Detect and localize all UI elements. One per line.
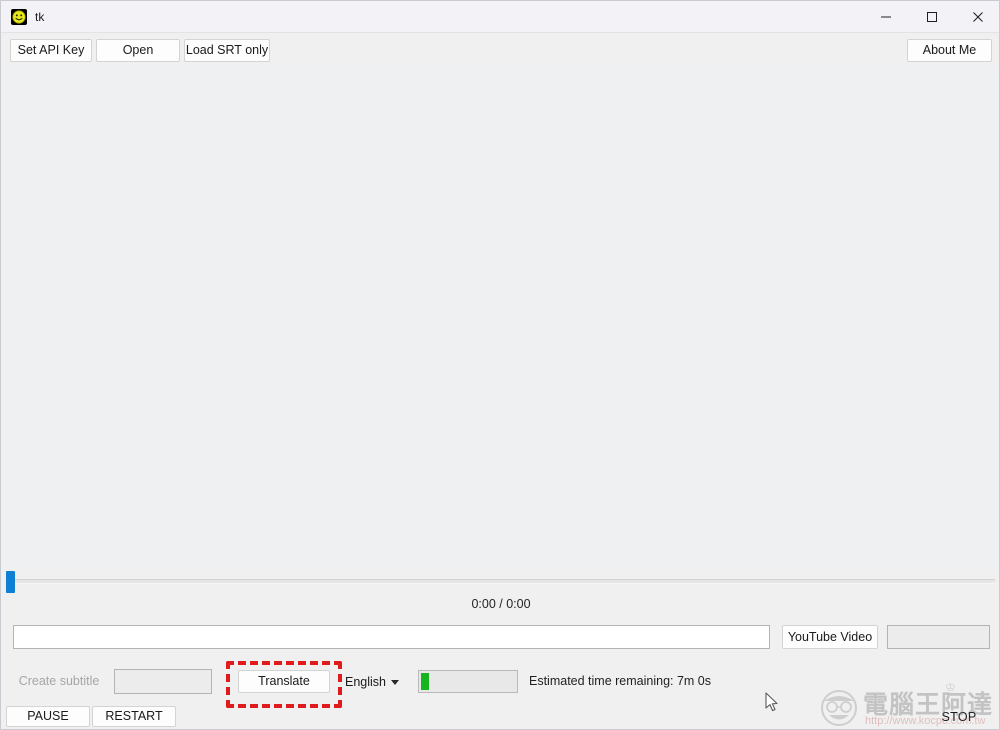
stop-button[interactable]: STOP xyxy=(921,706,997,727)
url-input[interactable] xyxy=(13,625,770,649)
video-canvas[interactable] xyxy=(2,66,999,569)
seek-slider[interactable] xyxy=(2,569,999,595)
time-display: 0:00 / 0:00 xyxy=(471,597,531,611)
chevron-down-icon xyxy=(391,679,399,685)
create-subtitle-button[interactable]: Create subtitle xyxy=(11,670,107,693)
watermark-crown-icon: ♔ xyxy=(945,683,956,694)
set-api-key-button[interactable]: Set API Key xyxy=(10,39,92,62)
translation-progress-bar xyxy=(418,670,518,693)
watermark-face-icon xyxy=(821,690,857,726)
estimated-time-label: Estimated time remaining: 7m 0s xyxy=(529,674,712,688)
open-button[interactable]: Open xyxy=(96,39,180,62)
about-me-button[interactable]: About Me xyxy=(907,39,992,62)
youtube-video-button[interactable]: YouTube Video xyxy=(782,625,878,649)
mouse-cursor xyxy=(765,692,778,712)
minimize-icon[interactable] xyxy=(863,1,909,33)
maximize-icon[interactable] xyxy=(909,1,955,33)
window-title: tk xyxy=(35,9,45,24)
title-bar: tk xyxy=(1,1,999,33)
url-side-input[interactable] xyxy=(887,625,990,649)
translate-button[interactable]: Translate xyxy=(238,670,330,693)
language-dropdown[interactable]: English xyxy=(345,671,408,693)
seek-slider-track[interactable] xyxy=(6,579,995,584)
create-subtitle-input[interactable] xyxy=(114,669,212,694)
pause-button[interactable]: PAUSE xyxy=(6,706,90,727)
seek-slider-thumb[interactable] xyxy=(6,571,15,593)
application-window: tk Set API Key Open Load SRT only About … xyxy=(0,0,1000,730)
restart-button[interactable]: RESTART xyxy=(92,706,176,727)
language-dropdown-value: English xyxy=(345,675,386,689)
translation-progress-fill xyxy=(421,673,429,690)
toolbar: Set API Key Open Load SRT only About Me xyxy=(1,34,999,66)
close-icon[interactable] xyxy=(955,1,999,33)
load-srt-only-button[interactable]: Load SRT only xyxy=(184,39,270,62)
smiley-face-icon xyxy=(11,8,27,25)
